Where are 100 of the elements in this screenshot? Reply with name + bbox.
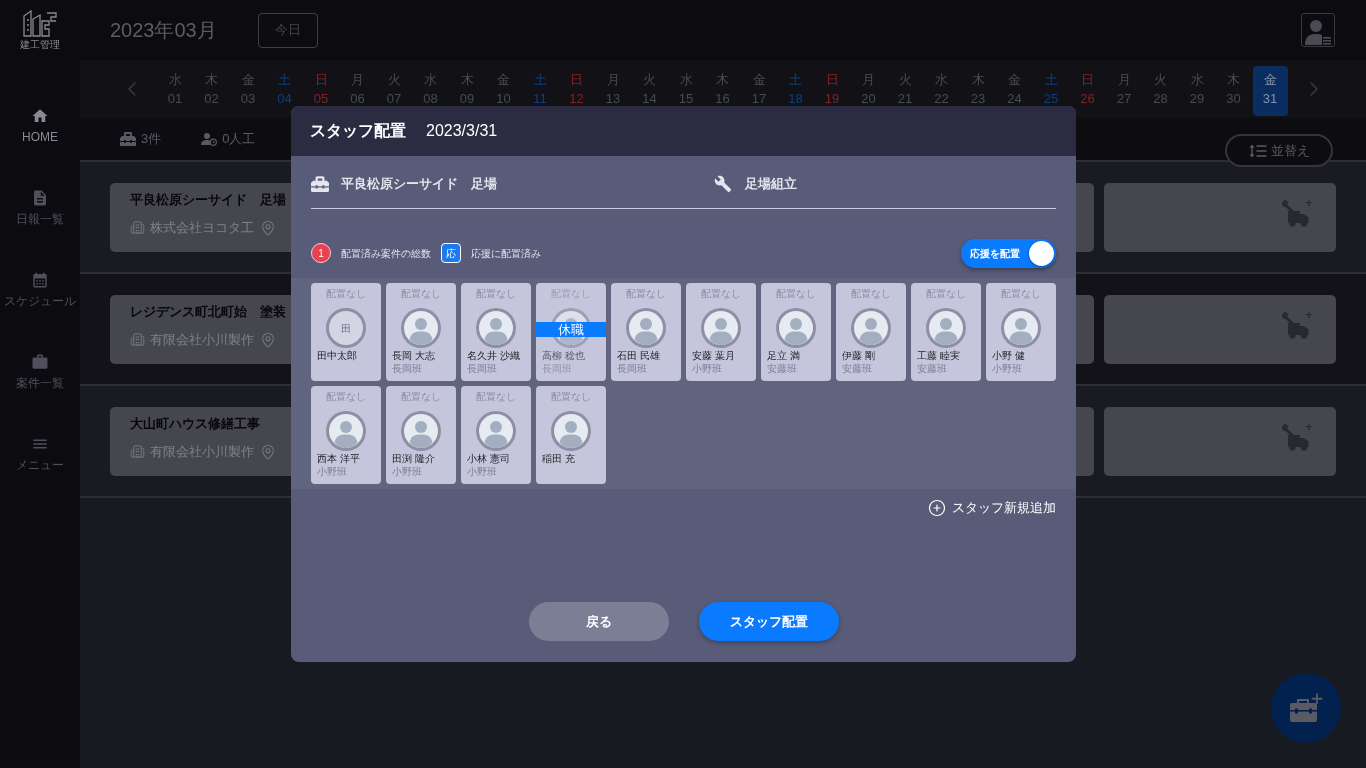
calendar-day[interactable]: 土 18 bbox=[778, 66, 813, 116]
staff-name: 工藤 睦実 bbox=[916, 350, 961, 362]
calendar-day[interactable]: 火 28 bbox=[1143, 66, 1178, 116]
calendar-day[interactable]: 金 17 bbox=[741, 66, 777, 116]
person-clock-icon bbox=[201, 132, 218, 146]
calendar-day[interactable]: 日 19 bbox=[814, 66, 850, 116]
calendar-day[interactable]: 木 30 bbox=[1216, 66, 1251, 116]
work-type: 足場組立 bbox=[745, 175, 797, 194]
project-title: 平良松原シーサイド 足場 bbox=[130, 191, 286, 208]
staff-name: 小野 健 bbox=[991, 350, 1026, 362]
support-toggle[interactable]: 応援を配置 bbox=[961, 238, 1056, 268]
calendar-day[interactable]: 火 07 bbox=[376, 66, 412, 116]
sort-icon bbox=[1248, 143, 1267, 158]
calendar-day[interactable]: 水 15 bbox=[668, 66, 704, 116]
calendar-day[interactable]: 金 03 bbox=[230, 66, 266, 116]
calendar-day[interactable]: 火 14 bbox=[632, 66, 667, 116]
sidebar-item[interactable]: HOME bbox=[0, 84, 80, 166]
sidebar-item[interactable]: 案件一覧 bbox=[0, 330, 80, 412]
person-silhouette-icon bbox=[851, 308, 891, 348]
team-name: 小野班 bbox=[391, 466, 423, 478]
project-slot-card[interactable] bbox=[1104, 294, 1336, 364]
location-pin-icon bbox=[260, 331, 276, 348]
building-icon bbox=[130, 220, 145, 235]
person-silhouette-icon bbox=[1001, 308, 1041, 348]
calendar-day[interactable]: 木 09 bbox=[449, 66, 485, 116]
project-slot-card[interactable] bbox=[1104, 406, 1336, 476]
calendar-day[interactable]: 金 24 bbox=[997, 66, 1032, 116]
sidebar-item[interactable]: 日報一覧 bbox=[0, 166, 80, 248]
calendar-day[interactable]: 日 12 bbox=[559, 66, 594, 116]
sort-button[interactable]: 並替え bbox=[1225, 134, 1333, 167]
sidebar-item[interactable]: メニュー bbox=[0, 412, 80, 494]
calendar-day[interactable]: 月 13 bbox=[595, 66, 631, 116]
truck-hammer-plus-icon bbox=[1281, 198, 1313, 227]
staff-name: 足立 満 bbox=[766, 350, 801, 362]
briefcase-plus-icon bbox=[1289, 693, 1323, 723]
month-title: 2023年03月 bbox=[110, 18, 217, 42]
team-name: 長岡班 bbox=[391, 363, 423, 375]
calendar-day[interactable]: 木 02 bbox=[194, 66, 229, 116]
person-silhouette-icon bbox=[476, 308, 516, 348]
project-title: 大山町ハウス修繕工事 bbox=[130, 415, 260, 432]
calendar-day[interactable]: 金 31 bbox=[1252, 66, 1288, 116]
calendar-icon bbox=[31, 270, 49, 289]
staff-name: 長岡 大志 bbox=[391, 350, 436, 362]
person-silhouette-icon bbox=[776, 308, 816, 348]
staff-name: 伊藤 剛 bbox=[841, 350, 876, 362]
building-icon bbox=[130, 332, 145, 347]
staff-name: 安藤 葉月 bbox=[691, 350, 736, 362]
person-silhouette-icon bbox=[551, 411, 591, 451]
staff-name: 名久井 沙織 bbox=[466, 350, 521, 362]
calendar-day[interactable]: 月 20 bbox=[851, 66, 886, 116]
person-silhouette-icon bbox=[401, 308, 441, 348]
dialog-title: スタッフ配置 bbox=[310, 121, 406, 141]
sidebar-item[interactable]: スケジュール bbox=[0, 248, 80, 330]
project-name: 平良松原シーサイド 足場 bbox=[341, 175, 497, 194]
person-silhouette-icon bbox=[476, 411, 516, 451]
logo-text: 建工管理 bbox=[20, 38, 60, 51]
initial-avatar: 田 bbox=[326, 308, 366, 348]
team-name: 安藤班 bbox=[841, 363, 873, 375]
team-name: 安藤班 bbox=[766, 363, 798, 375]
calendar-day[interactable]: 水 08 bbox=[413, 66, 448, 116]
team-name: 小野班 bbox=[466, 466, 498, 478]
calendar-day[interactable]: 金 10 bbox=[486, 66, 521, 116]
location-pin-icon bbox=[260, 219, 276, 236]
count-badge: 1 bbox=[311, 243, 331, 263]
calendar-day[interactable]: 木 16 bbox=[705, 66, 740, 116]
wrench-icon bbox=[714, 175, 732, 193]
calendar-day[interactable]: 月 27 bbox=[1106, 66, 1142, 116]
staff-name: 田中太郎 bbox=[316, 350, 358, 362]
logo-icon bbox=[23, 9, 57, 37]
team-name: 長岡班 bbox=[466, 363, 498, 375]
calendar-day[interactable]: 土 04 bbox=[267, 66, 302, 116]
worker-count: 0人工 bbox=[222, 130, 256, 149]
calendar-day[interactable]: 日 26 bbox=[1070, 66, 1105, 116]
staff-name: 田渕 隆介 bbox=[391, 453, 436, 465]
back-button[interactable]: 戻る bbox=[528, 602, 669, 641]
team-name: 小野班 bbox=[991, 363, 1023, 375]
calendar-day[interactable]: 水 29 bbox=[1179, 66, 1215, 116]
calendar-day[interactable]: 木 23 bbox=[960, 66, 996, 116]
calendar-day[interactable]: 土 11 bbox=[522, 66, 558, 116]
assign-staff-button[interactable]: スタッフ配置 bbox=[698, 602, 839, 641]
today-button[interactable]: 今日 bbox=[257, 12, 318, 48]
switch-thumb bbox=[1029, 240, 1054, 266]
person-silhouette-icon bbox=[701, 308, 741, 348]
calendar-day[interactable]: 日 05 bbox=[303, 66, 339, 116]
add-staff-button[interactable]: スタッフ新規追加 bbox=[928, 498, 1056, 518]
staff-name: 石田 民雄 bbox=[616, 350, 661, 362]
staff-name: 稲田 充 bbox=[541, 453, 576, 465]
person-silhouette-icon bbox=[926, 308, 966, 348]
calendar-day[interactable]: 火 21 bbox=[887, 66, 923, 116]
calendar-day[interactable]: 水 22 bbox=[924, 66, 959, 116]
truck-hammer-plus-icon bbox=[1281, 310, 1313, 339]
calendar-day[interactable]: 水 01 bbox=[157, 66, 193, 116]
calendar-day[interactable]: 月 06 bbox=[340, 66, 375, 116]
staff-name: 高柳 稔也 bbox=[541, 350, 586, 362]
project-slot-card[interactable] bbox=[1104, 182, 1336, 252]
account-button[interactable] bbox=[1301, 13, 1335, 47]
team-name: 安藤班 bbox=[916, 363, 948, 375]
toolbox-icon bbox=[311, 175, 329, 193]
person-silhouette-icon bbox=[401, 411, 441, 451]
calendar-day[interactable]: 土 25 bbox=[1033, 66, 1069, 116]
